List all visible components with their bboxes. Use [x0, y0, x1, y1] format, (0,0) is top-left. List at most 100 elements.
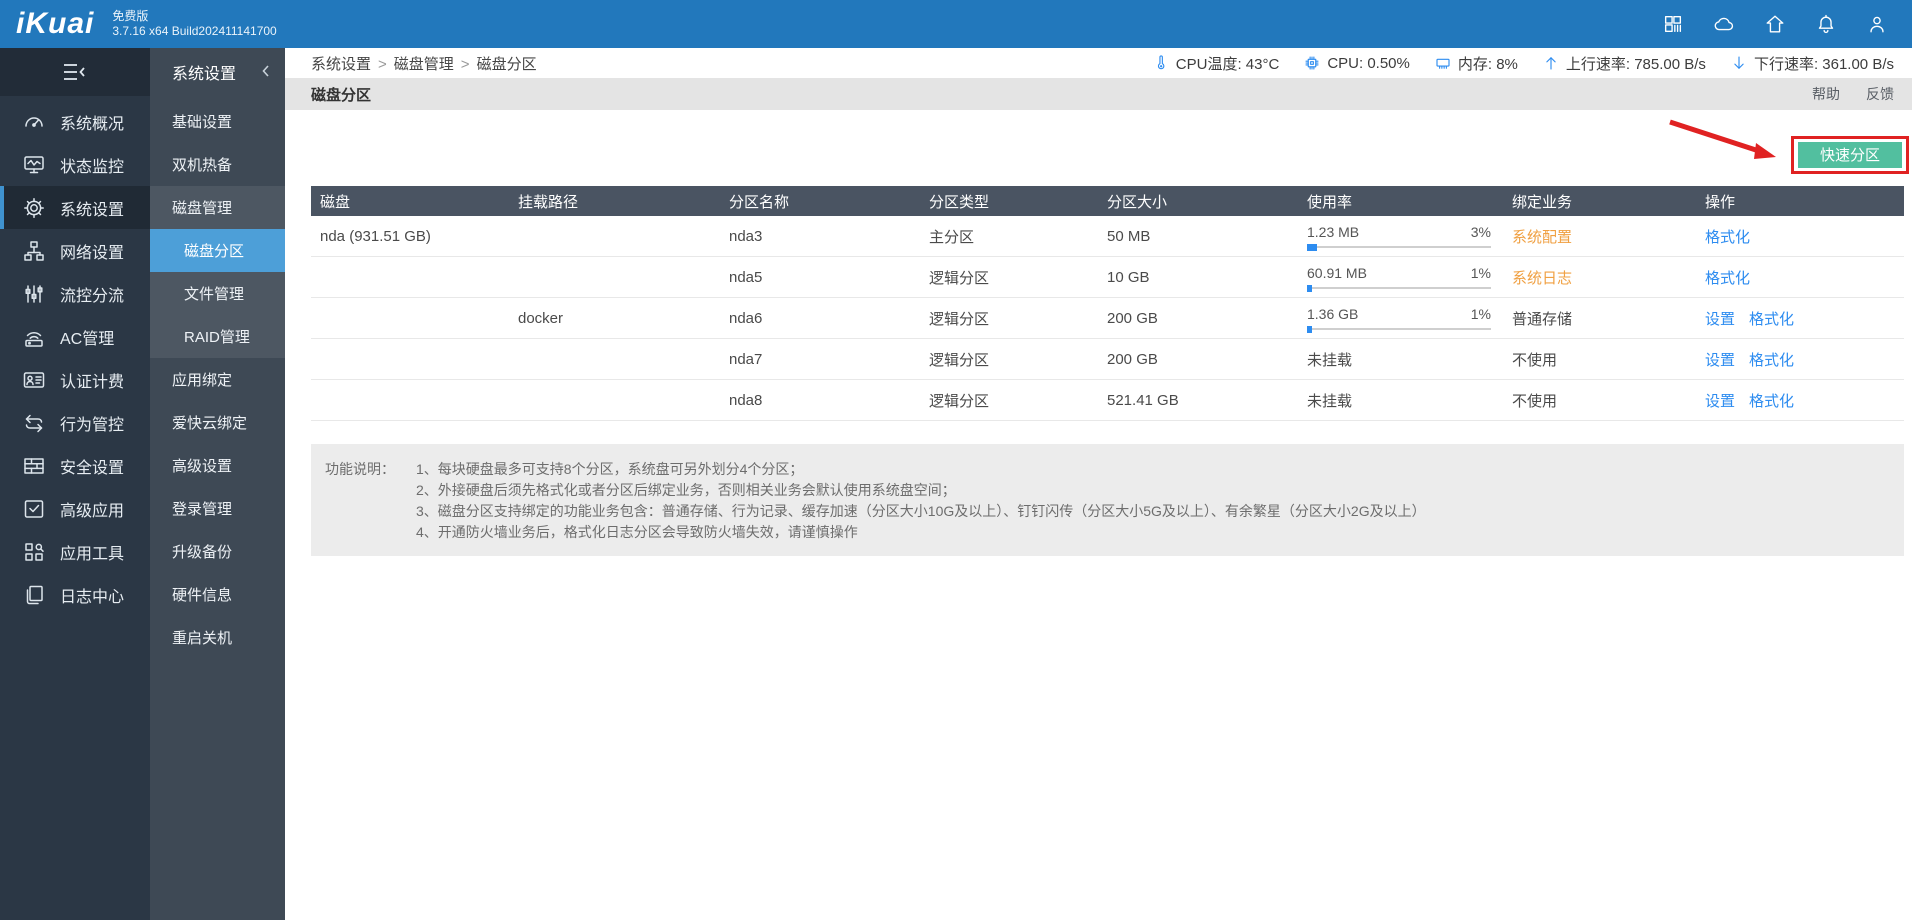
- cell-operations: 设置格式化: [1696, 380, 1904, 421]
- build-label: 3.7.16 x64 Build202411141700: [112, 24, 276, 39]
- sidebar-item-label: 流控分流: [60, 282, 124, 306]
- sidebar-item-flow-control[interactable]: 流控分流: [0, 272, 150, 315]
- log-center-icon: [22, 583, 46, 607]
- submenu-item-raid-manage[interactable]: RAID管理: [150, 315, 285, 358]
- cell-partition-name: nda5: [720, 257, 920, 298]
- feedback-link[interactable]: 反馈: [1866, 84, 1894, 104]
- submenu-item-app-bind[interactable]: 应用绑定: [150, 358, 285, 401]
- usage-percent: 1%: [1471, 265, 1491, 281]
- help-link[interactable]: 帮助: [1812, 84, 1840, 104]
- format-link[interactable]: 格式化: [1705, 270, 1750, 287]
- sidebar-item-auth-billing[interactable]: 认证计费: [0, 358, 150, 401]
- ac-manage-icon: [22, 325, 46, 349]
- usage-bar-track: [1307, 328, 1491, 330]
- submenu-item-disk-partition[interactable]: 磁盘分区: [150, 229, 285, 272]
- submenu-item-basic-settings[interactable]: 基础设置: [150, 100, 285, 143]
- secondary-sidebar: 系统设置 基础设置双机热备磁盘管理磁盘分区文件管理RAID管理应用绑定爱快云绑定…: [150, 48, 285, 920]
- cloud-icon[interactable]: [1713, 13, 1735, 35]
- usage-percent: 3%: [1471, 224, 1491, 240]
- auth-billing-icon: [22, 368, 46, 392]
- submenu-item-upgrade-backup[interactable]: 升级备份: [150, 530, 285, 573]
- table-header-row: 磁盘挂载路径分区名称分区类型分区大小使用率绑定业务操作: [311, 186, 1904, 216]
- column-header: 绑定业务: [1503, 186, 1696, 216]
- column-header: 分区名称: [720, 186, 920, 216]
- table-row: nda (931.51 GB)nda3主分区50 MB1.23 MB3%系统配置…: [311, 216, 1904, 257]
- cell-usage: 60.91 MB1%: [1298, 257, 1503, 298]
- submenu-item-ikuai-cloud-bind[interactable]: 爱快云绑定: [150, 401, 285, 444]
- status-thermometer: CPU温度: 43°C: [1152, 53, 1280, 74]
- settings-link[interactable]: 设置: [1705, 393, 1735, 410]
- cell-operations: 设置格式化: [1696, 339, 1904, 380]
- cell-disk: nda (931.51 GB): [311, 216, 509, 257]
- sidebar-item-advanced-apps[interactable]: 高级应用: [0, 487, 150, 530]
- submenu-item-ha-backup[interactable]: 双机热备: [150, 143, 285, 186]
- format-link[interactable]: 格式化: [1749, 311, 1794, 328]
- sidebar-item-behavior-control[interactable]: 行为管控: [0, 401, 150, 444]
- sidebar-item-system-settings[interactable]: 系统设置: [0, 186, 150, 229]
- breadcrumb-item[interactable]: 磁盘分区: [477, 56, 537, 73]
- submenu-header: 系统设置: [150, 48, 285, 96]
- sidebar-item-label: 状态监控: [60, 153, 124, 177]
- breadcrumb-separator: >: [378, 56, 387, 73]
- thermometer-icon: [1152, 54, 1170, 72]
- sidebar-item-system-overview[interactable]: 系统概况: [0, 100, 150, 143]
- format-link[interactable]: 格式化: [1749, 393, 1794, 410]
- submenu-item-advanced-settings[interactable]: 高级设置: [150, 444, 285, 487]
- table-row: dockernda6逻辑分区200 GB1.36 GB1%普通存储设置格式化: [311, 298, 1904, 339]
- cpu-chip-icon: [1303, 54, 1321, 72]
- column-header: 使用率: [1298, 186, 1503, 216]
- bound-service-label[interactable]: 系统配置: [1512, 229, 1572, 246]
- notes-label: 功能说明：: [325, 459, 416, 543]
- ac-manage-icon: [22, 325, 46, 349]
- sidebar-item-network-settings[interactable]: 网络设置: [0, 229, 150, 272]
- bound-service-label: 不使用: [1512, 352, 1557, 369]
- cell-usage: 1.23 MB3%: [1298, 216, 1503, 257]
- status-arrow-up: 上行速率: 785.00 B/s: [1542, 53, 1706, 74]
- submenu-item-file-manage[interactable]: 文件管理: [150, 272, 285, 315]
- cell-partition-size: 10 GB: [1098, 257, 1298, 298]
- user-icon[interactable]: [1866, 13, 1888, 35]
- format-link[interactable]: 格式化: [1749, 352, 1794, 369]
- cell-partition-name: nda7: [720, 339, 920, 380]
- sidebar-item-status-monitor[interactable]: 状态监控: [0, 143, 150, 186]
- flow-control-icon: [22, 282, 46, 306]
- quick-partition-button[interactable]: 快速分区: [1798, 142, 1902, 168]
- sidebar-item-label: 应用工具: [60, 540, 124, 564]
- submenu-item-reboot-shutdown[interactable]: 重启关机: [150, 616, 285, 659]
- bound-service-label[interactable]: 系统日志: [1512, 270, 1572, 287]
- column-header: 磁盘: [311, 186, 509, 216]
- sidebar-item-security-settings[interactable]: 安全设置: [0, 444, 150, 487]
- cell-bound-service: 不使用: [1503, 380, 1696, 421]
- submenu-collapse-button[interactable]: [258, 63, 274, 79]
- format-link[interactable]: 格式化: [1705, 229, 1750, 246]
- hamburger-icon: [62, 62, 88, 82]
- sidebar-collapse-button[interactable]: [0, 48, 150, 96]
- settings-link[interactable]: 设置: [1705, 352, 1735, 369]
- cell-bound-service: 系统日志: [1503, 257, 1696, 298]
- top-bar: iKuai 免费版 3.7.16 x64 Build202411141700: [0, 0, 1912, 48]
- settings-link[interactable]: 设置: [1705, 311, 1735, 328]
- breadcrumb-item[interactable]: 系统设置: [311, 56, 371, 73]
- cell-partition-size: 200 GB: [1098, 339, 1298, 380]
- breadcrumb-item[interactable]: 磁盘管理: [394, 56, 454, 73]
- sidebar-item-app-tools[interactable]: 应用工具: [0, 530, 150, 573]
- cell-disk: [311, 257, 509, 298]
- bell-icon[interactable]: [1815, 13, 1837, 35]
- sidebar-item-ac-manage[interactable]: AC管理: [0, 315, 150, 358]
- submenu-item-login-manage[interactable]: 登录管理: [150, 487, 285, 530]
- submenu-item-hardware-info[interactable]: 硬件信息: [150, 573, 285, 616]
- page-title: 磁盘分区: [311, 84, 371, 105]
- thermometer-icon: [1152, 54, 1170, 72]
- cell-mount-path: docker: [509, 298, 720, 339]
- apps-grid-icon[interactable]: [1662, 13, 1684, 35]
- cell-partition-name: nda6: [720, 298, 920, 339]
- cell-operations: 格式化: [1696, 216, 1904, 257]
- submenu-item-disk-manage[interactable]: 磁盘管理: [150, 186, 285, 229]
- sidebar-item-log-center[interactable]: 日志中心: [0, 573, 150, 616]
- usage-bar-track: [1307, 287, 1491, 289]
- home-upgrade-icon[interactable]: [1764, 13, 1786, 35]
- cell-disk: [311, 298, 509, 339]
- sidebar-item-label: 认证计费: [60, 368, 124, 392]
- system-settings-icon: [22, 196, 46, 220]
- bell-icon: [1815, 13, 1837, 35]
